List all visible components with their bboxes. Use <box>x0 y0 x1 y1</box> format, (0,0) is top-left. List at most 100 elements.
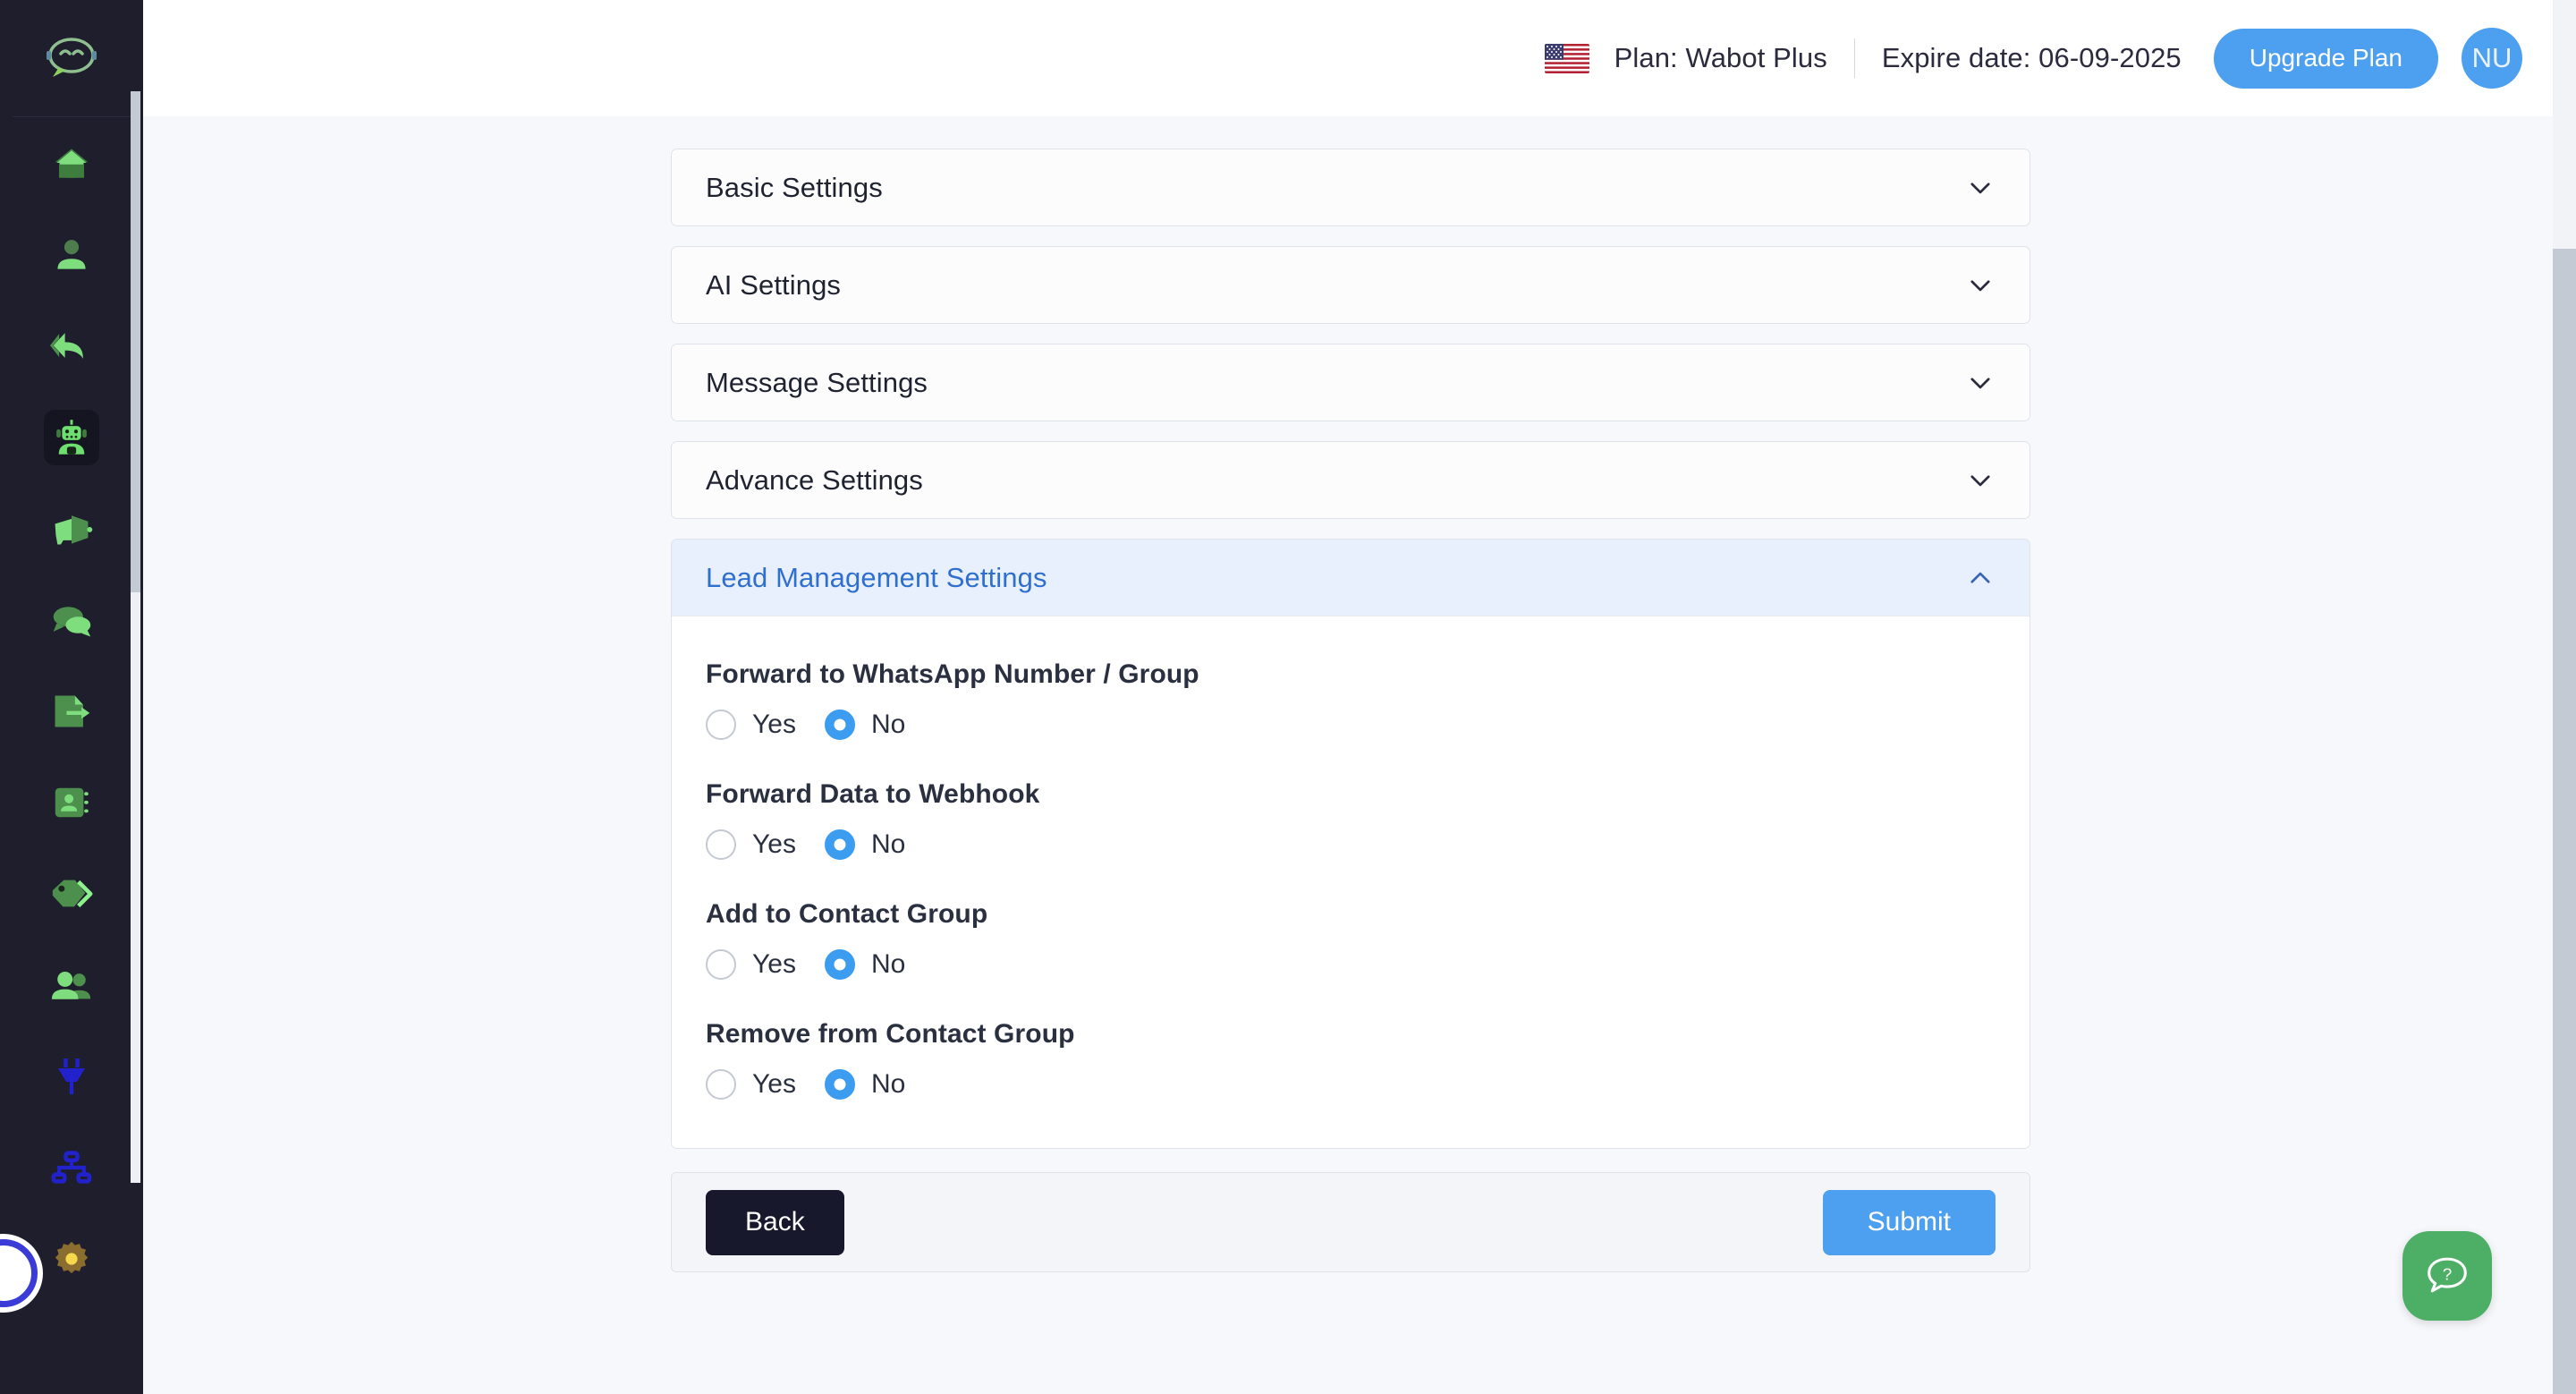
radio-remove-contact-group-yes[interactable]: Yes <box>706 1069 796 1100</box>
content-scroll-area: Basic Settings AI Settings Message Setti… <box>143 116 2576 1394</box>
radio-forward-webhook-yes[interactable]: Yes <box>706 829 796 860</box>
sidebar-logo[interactable] <box>0 0 143 116</box>
radio-circle[interactable] <box>824 1069 855 1100</box>
field-add-contact-group-options: Yes No <box>706 949 1996 980</box>
accordion-basic-settings-header[interactable]: Basic Settings <box>672 149 2029 225</box>
help-button[interactable]: ? <box>2402 1231 2492 1321</box>
sidebar-divider <box>13 116 131 117</box>
expire-date-label: Expire date: 06-09-2025 <box>1881 42 2182 73</box>
accordion-lead-management-settings[interactable]: Lead Management Settings Forward to What… <box>671 539 2030 1149</box>
submit-button[interactable]: Submit <box>1822 1189 1996 1255</box>
sidebar-item-chatbot[interactable] <box>0 392 143 483</box>
back-button[interactable]: Back <box>706 1189 844 1255</box>
radio-circle[interactable] <box>824 829 855 860</box>
sidebar-item-tags[interactable] <box>0 848 143 939</box>
sidebar-item-broadcast[interactable] <box>0 483 143 574</box>
sidebar-scrollbar[interactable] <box>131 91 140 1183</box>
question-chat-icon: ? <box>2428 1257 2467 1293</box>
radio-circle[interactable] <box>706 829 736 860</box>
sidebar-scrollbar-thumb[interactable] <box>131 91 140 592</box>
radio-label: Yes <box>752 829 796 859</box>
svg-text:?: ? <box>2443 1265 2453 1284</box>
us-flag-icon <box>1544 43 1589 73</box>
megaphone-icon <box>55 515 93 545</box>
accordion-lead-management-settings-header[interactable]: Lead Management Settings <box>672 540 2029 616</box>
radio-label: No <box>870 710 906 739</box>
sidebar-item-home[interactable] <box>0 118 143 209</box>
sidebar <box>0 0 143 1394</box>
field-forward-webhook-label: Forward Data to Webhook <box>706 779 1040 809</box>
accordion-advance-settings[interactable]: Advance Settings <box>671 441 2030 519</box>
chat-bubble-logo-icon <box>47 38 97 77</box>
reply-all-icon <box>50 333 83 359</box>
top-bar: Plan: Wabot Plus Expire date: 06-09-2025… <box>143 0 2576 116</box>
chevron-down-icon[interactable] <box>1965 173 1996 203</box>
radio-add-contact-group-no[interactable]: No <box>824 949 906 980</box>
field-add-contact-group: Add to Contact Group Yes No <box>706 899 1996 980</box>
sidebar-item-user[interactable] <box>0 209 143 301</box>
field-add-contact-group-label: Add to Contact Group <box>706 899 988 929</box>
avatar[interactable]: NU <box>2462 28 2522 89</box>
radio-label: Yes <box>752 949 796 979</box>
user-icon <box>57 240 86 269</box>
accordion-message-settings-label: Message Settings <box>706 366 928 398</box>
settings-form: Basic Settings AI Settings Message Setti… <box>671 149 2030 1272</box>
sidebar-item-export[interactable] <box>0 666 143 757</box>
header-divider <box>1853 38 1855 78</box>
radio-label: No <box>870 949 906 979</box>
sidebar-item-integrations[interactable] <box>0 1031 143 1122</box>
chevron-down-icon[interactable] <box>1965 465 1996 496</box>
field-forward-webhook: Forward Data to Webhook Yes No <box>706 779 1996 860</box>
main-area: Plan: Wabot Plus Expire date: 06-09-2025… <box>143 0 2576 1394</box>
sidebar-item-workflow[interactable] <box>0 1122 143 1213</box>
radio-label: No <box>870 829 906 859</box>
radio-label: Yes <box>752 710 796 739</box>
field-forward-whatsapp: Forward to WhatsApp Number / Group Yes N… <box>706 659 1996 740</box>
field-remove-contact-group: Remove from Contact Group Yes No <box>706 1019 1996 1100</box>
accordion-ai-settings-header[interactable]: AI Settings <box>672 247 2029 323</box>
sidebar-item-team[interactable] <box>0 939 143 1031</box>
chats-icon <box>53 607 91 637</box>
accordion-advance-settings-label: Advance Settings <box>706 463 923 496</box>
chevron-up-icon[interactable] <box>1965 563 1996 593</box>
accordion-ai-settings[interactable]: AI Settings <box>671 246 2030 324</box>
accordion-ai-settings-label: AI Settings <box>706 268 842 301</box>
robot-icon <box>56 420 87 455</box>
page-scrollbar[interactable] <box>2553 0 2576 1394</box>
chevron-down-icon[interactable] <box>1965 270 1996 301</box>
plug-icon <box>58 1058 85 1094</box>
contact-book-icon <box>55 787 89 818</box>
users-group-icon <box>51 972 91 999</box>
radio-circle[interactable] <box>706 949 736 980</box>
plan-label: Plan: Wabot Plus <box>1614 42 1827 73</box>
app-root: Plan: Wabot Plus Expire date: 06-09-2025… <box>0 0 2576 1394</box>
accordion-basic-settings[interactable]: Basic Settings <box>671 149 2030 226</box>
sidebar-item-contacts[interactable] <box>0 757 143 848</box>
accordion-advance-settings-header[interactable]: Advance Settings <box>672 442 2029 518</box>
radio-label: No <box>870 1069 906 1099</box>
radio-forward-webhook-no[interactable]: No <box>824 829 906 860</box>
sidebar-item-chats[interactable] <box>0 574 143 666</box>
sidebar-scroll-area <box>0 118 143 1394</box>
radio-circle[interactable] <box>706 710 736 740</box>
radio-circle[interactable] <box>824 710 855 740</box>
accordion-message-settings[interactable]: Message Settings <box>671 344 2030 421</box>
accordion-basic-settings-label: Basic Settings <box>706 171 883 203</box>
page-scrollbar-thumb[interactable] <box>2553 249 2576 1394</box>
lead-management-body: Forward to WhatsApp Number / Group Yes N… <box>672 616 2029 1148</box>
field-forward-whatsapp-options: Yes No <box>706 710 1996 740</box>
radio-forward-whatsapp-no[interactable]: No <box>824 710 906 740</box>
accordion-message-settings-header[interactable]: Message Settings <box>672 344 2029 421</box>
file-export-icon <box>55 695 90 727</box>
radio-circle[interactable] <box>706 1069 736 1100</box>
accordion-lead-management-settings-label: Lead Management Settings <box>706 561 1047 593</box>
upgrade-plan-button[interactable]: Upgrade Plan <box>2213 28 2438 89</box>
sidebar-item-reply[interactable] <box>0 301 143 392</box>
radio-remove-contact-group-no[interactable]: No <box>824 1069 906 1100</box>
radio-forward-whatsapp-yes[interactable]: Yes <box>706 710 796 740</box>
chevron-down-icon[interactable] <box>1965 368 1996 398</box>
sitemap-icon <box>51 1151 92 1184</box>
radio-circle[interactable] <box>824 949 855 980</box>
radio-add-contact-group-yes[interactable]: Yes <box>706 949 796 980</box>
field-remove-contact-group-label: Remove from Contact Group <box>706 1019 1075 1049</box>
